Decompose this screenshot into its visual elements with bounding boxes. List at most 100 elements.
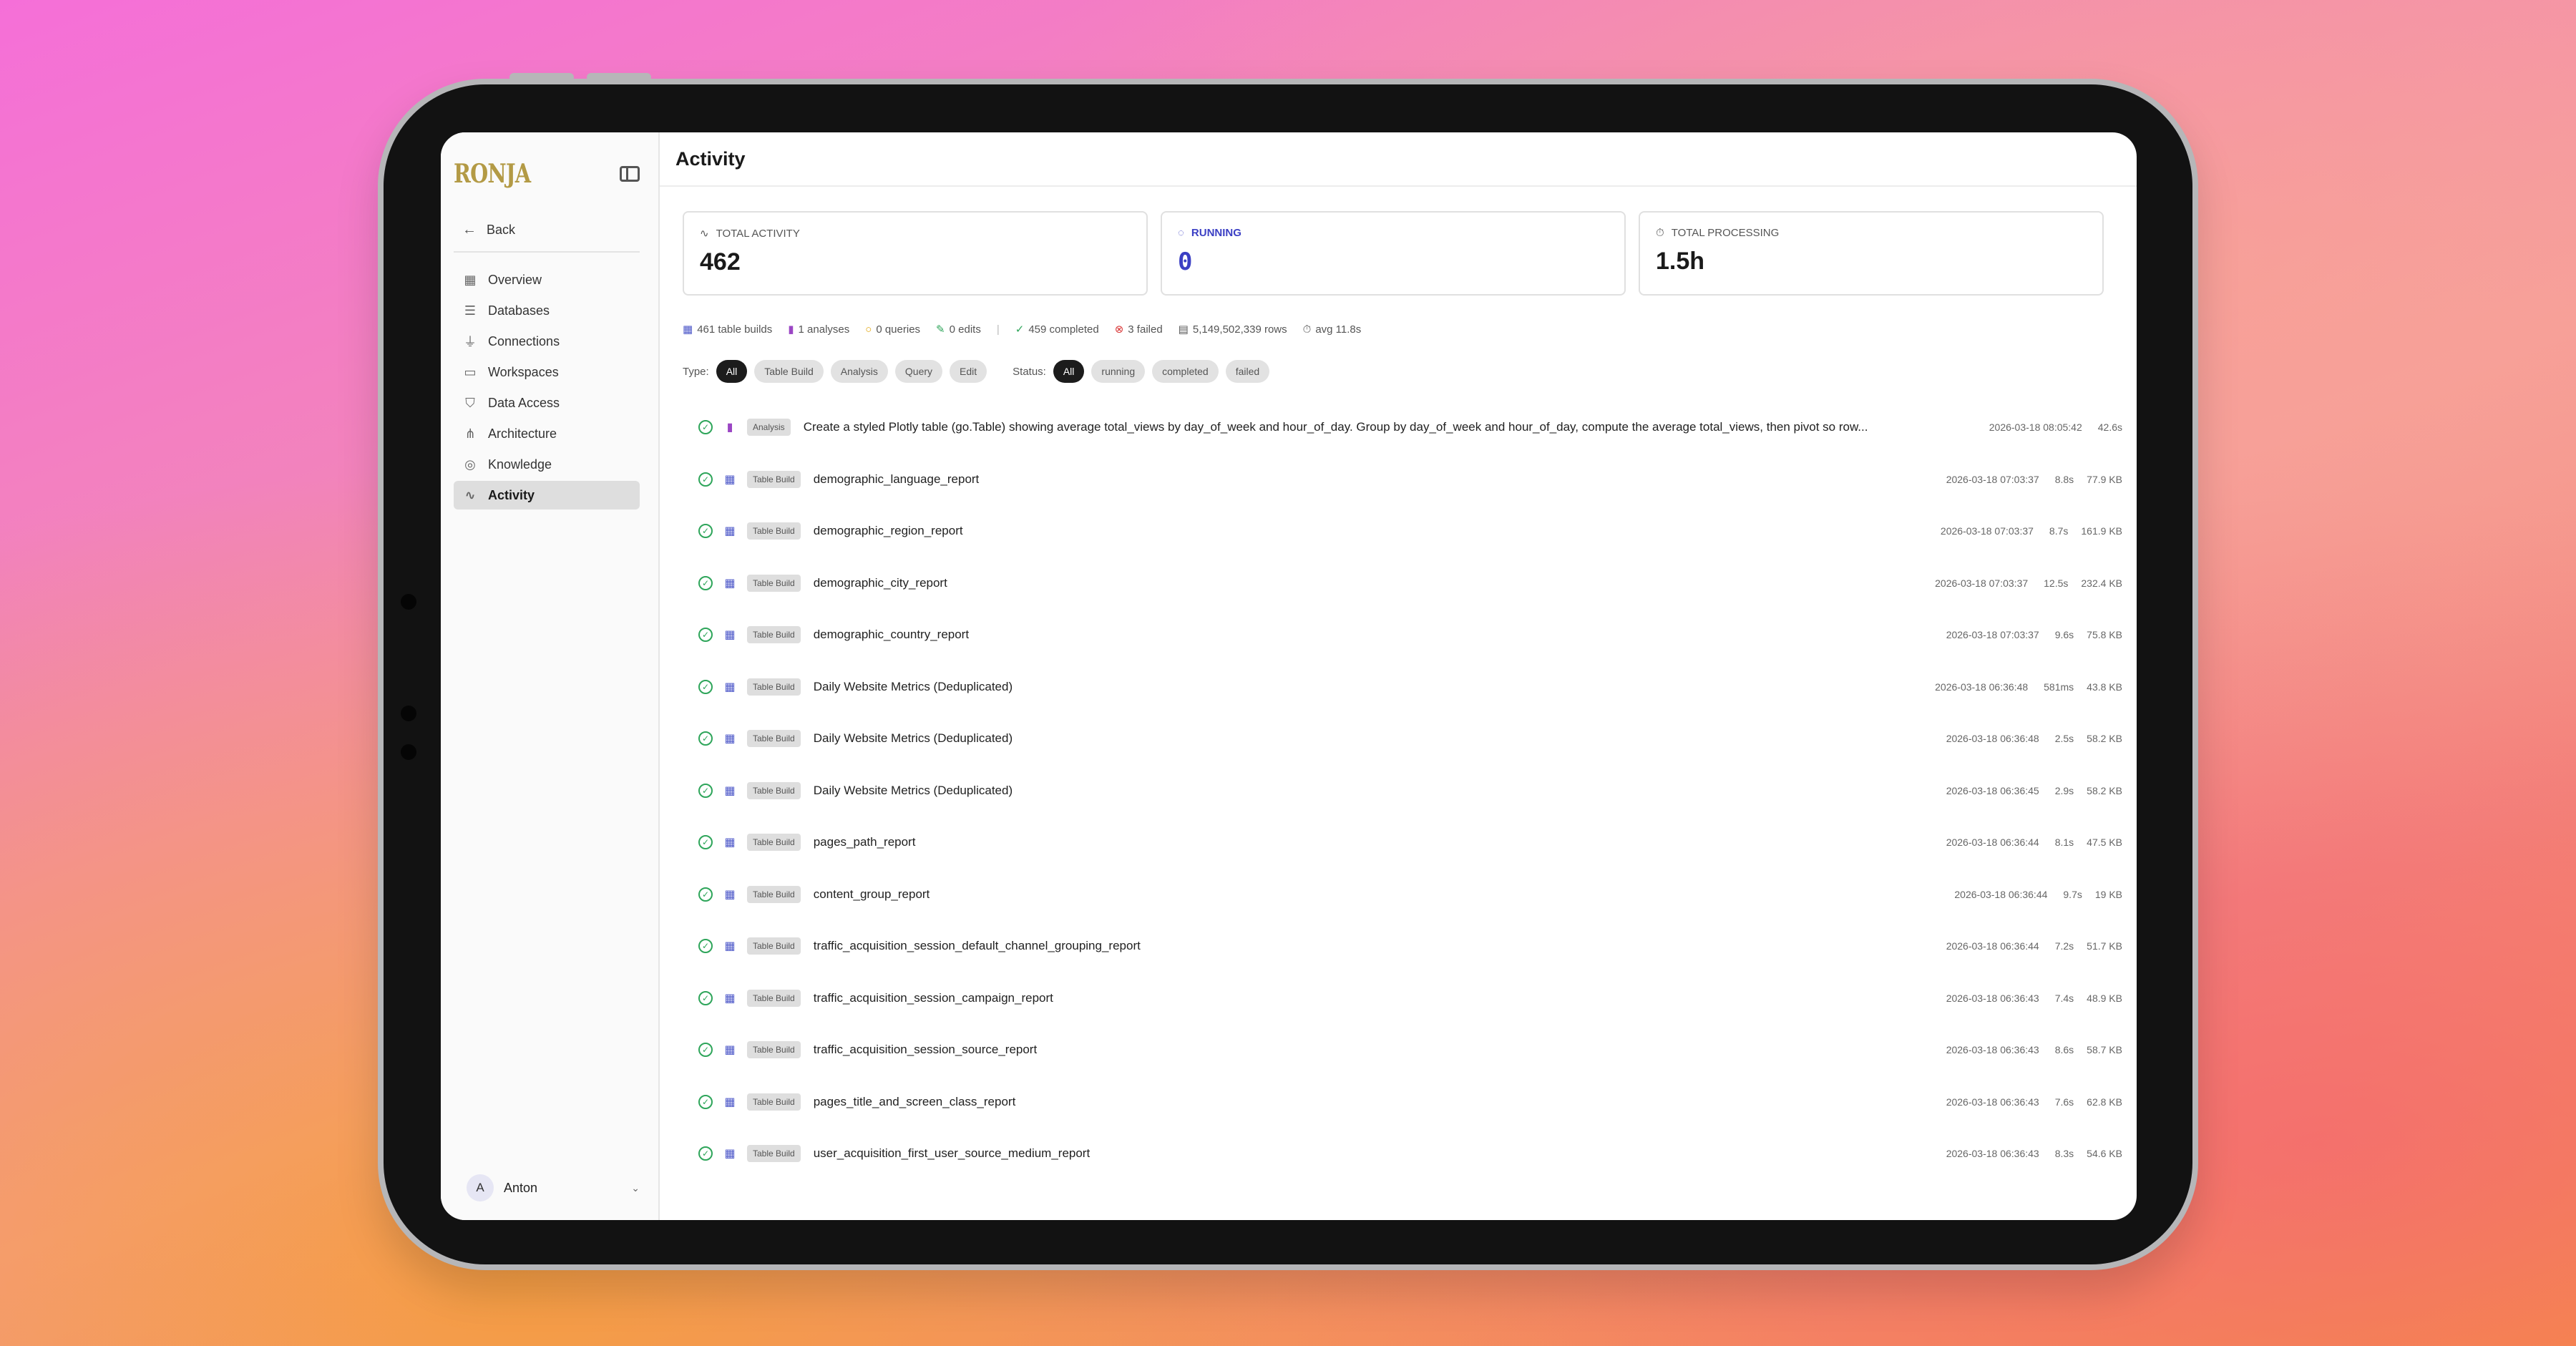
type-badge: Table Build <box>747 834 801 852</box>
activity-size: 232.4 KB <box>2081 577 2122 589</box>
activity-row[interactable]: ✓ ▦ Table Build traffic_acquisition_session… <box>683 1024 2137 1076</box>
activity-size: 54.6 KB <box>2087 1148 2122 1160</box>
type-badge: Table Build <box>747 1145 801 1163</box>
activity-timestamp: 2026-03-18 06:36:44 <box>1954 888 2048 900</box>
table-icon: ▦ <box>724 1148 736 1161</box>
shield-icon: ⛉ <box>465 395 475 410</box>
activity-duration: 12.5s <box>2044 577 2069 589</box>
bar-chart-icon: ▮ <box>726 421 733 434</box>
toggle-sidebar-icon[interactable] <box>620 166 640 182</box>
summary-bar: ▦ 461 table builds ▮ 1 analyses ○ 0 queries… <box>683 323 2137 336</box>
camera-dot <box>401 744 416 760</box>
sidebar-item-label: Workspaces <box>488 364 559 379</box>
sidebar-item-knowledge[interactable]: ◎ Knowledge <box>454 450 640 479</box>
spinner-icon: ◌ <box>1178 227 1184 239</box>
table-icon: ▦ <box>724 733 736 746</box>
type-filter-edit[interactable]: Edit <box>950 360 987 383</box>
check-circle-icon: ✓ <box>698 835 713 850</box>
check-circle-icon: ✓ <box>698 887 713 902</box>
type-filter-query[interactable]: Query <box>894 360 943 383</box>
summary-text: 3 failed <box>1128 323 1163 336</box>
activity-row[interactable]: ✓ ▦ Table Build user_acquisition_first_user… <box>683 1128 2137 1180</box>
activity-row[interactable]: ✓ ▦ Table Build content_group_report 2026-03… <box>683 869 2137 921</box>
stat-value: 0 <box>1178 248 1193 276</box>
activity-list: ✓ ▮ Analysis Create a styled Plotly table (… <box>683 401 2137 1180</box>
type-badge: Table Build <box>747 522 801 540</box>
activity-timestamp: 2026-03-18 07:03:37 <box>1940 525 2034 537</box>
activity-row[interactable]: ✓ ▮ Analysis Create a styled Plotly table (… <box>683 401 2137 454</box>
sidebar-item-architecture[interactable]: ⋔ Architecture <box>454 419 640 448</box>
x-circle-icon: ⊗ <box>1114 323 1124 336</box>
architecture-icon: ⋔ <box>464 426 476 441</box>
sidebar-item-activity[interactable]: ∿ Activity <box>454 481 640 509</box>
status-filter-completed[interactable]: completed <box>1152 360 1219 383</box>
sidebar-item-workspaces[interactable]: ▭ Workspaces <box>454 358 640 386</box>
check-circle-icon: ✓ <box>698 420 713 435</box>
summary-text: 5,149,502,339 rows <box>1192 323 1287 336</box>
topbar: Activity <box>660 132 2137 187</box>
stats-cards: ∿ Total Activity 462 ◌ Running 0 ⏱ Total… <box>683 211 2104 296</box>
back-button[interactable]: ← Back <box>454 217 640 243</box>
activity-row[interactable]: ✓ ▦ Table Build demographic_region_report 20… <box>683 505 2137 557</box>
status-filter-running[interactable]: running <box>1091 360 1146 383</box>
activity-timestamp: 2026-03-18 06:36:43 <box>1946 992 2039 1004</box>
stat-value: 462 <box>700 248 741 275</box>
activity-timestamp: 2026-03-18 06:36:43 <box>1946 1096 2039 1108</box>
back-label: Back <box>487 222 516 237</box>
activity-name: Daily Website Metrics (Deduplicated) <box>813 731 1013 746</box>
sidebar-item-connections[interactable]: ⏚ Connections <box>454 327 640 356</box>
sidebar-item-label: Knowledge <box>488 457 552 472</box>
sidebar-item-data-access[interactable]: ⛉ Data Access <box>454 389 640 417</box>
activity-row[interactable]: ✓ ▦ Table Build demographic_language_report… <box>683 454 2137 506</box>
sidebar-item-label: Connections <box>488 333 560 348</box>
stat-card-running: ◌ Running 0 <box>1161 211 1626 296</box>
table-icon: ▦ <box>683 323 693 336</box>
plug-icon: ⏚ <box>464 335 477 349</box>
activity-timestamp: 2026-03-18 06:36:48 <box>1946 733 2039 745</box>
search-icon: ○ <box>865 323 872 336</box>
activity-row[interactable]: ✓ ▦ Table Build traffic_acquisition_session… <box>683 972 2137 1025</box>
camera-dot <box>401 594 416 610</box>
type-filter-label: Type: <box>683 365 709 378</box>
activity-duration: 2.9s <box>2054 784 2074 796</box>
type-badge: Table Build <box>747 781 801 799</box>
status-filter-all[interactable]: All <box>1053 360 1085 383</box>
activity-row[interactable]: ✓ ▦ Table Build pages_path_report 2026-03-18… <box>683 816 2137 869</box>
user-menu[interactable]: A Anton ⌄ <box>454 1170 640 1206</box>
sidebar-item-label: Overview <box>488 272 542 287</box>
activity-duration: 8.3s <box>2054 1148 2074 1160</box>
activity-duration: 42.6s <box>2097 421 2122 434</box>
avatar: A <box>467 1174 494 1201</box>
activity-row[interactable]: ✓ ▦ Table Build demographic_city_report 2026… <box>683 557 2137 610</box>
activity-timestamp: 2026-03-18 07:03:37 <box>1946 629 2039 641</box>
sidebar-item-databases[interactable]: ☰ Databases <box>454 296 640 325</box>
table-icon: ▦ <box>724 888 736 901</box>
activity-size: 75.8 KB <box>2087 629 2122 641</box>
sidebar-item-overview[interactable]: ▦ Overview <box>454 265 640 294</box>
activity-row[interactable]: ✓ ▦ Table Build Daily Website Metrics (Dedu… <box>683 661 2137 713</box>
type-badge: Table Build <box>747 626 801 644</box>
chevron-down-icon: ⌄ <box>631 1181 640 1194</box>
filter-bar: Type: All Table Build Analysis Query Edi… <box>683 360 2137 383</box>
activity-row[interactable]: ✓ ▦ Table Build Daily Website Metrics (Dedu… <box>683 713 2137 765</box>
activity-timestamp: 2026-03-18 08:05:42 <box>1989 421 2082 434</box>
summary-text: 461 table builds <box>697 323 773 336</box>
activity-duration: 2.5s <box>2054 733 2074 745</box>
type-badge: Table Build <box>747 678 801 696</box>
stat-value: 1.5h <box>1656 248 1705 275</box>
status-filter-failed[interactable]: failed <box>1225 360 1270 383</box>
check-circle-icon: ✓ <box>698 575 713 590</box>
type-filter-analysis[interactable]: Analysis <box>830 360 888 383</box>
activity-name: demographic_language_report <box>813 472 980 486</box>
stat-label-text: Total Activity <box>716 227 800 240</box>
activity-name: Create a styled Plotly table (go.Table) … <box>803 420 1868 434</box>
activity-row[interactable]: ✓ ▦ Table Build demographic_country_report 2… <box>683 609 2137 661</box>
activity-row[interactable]: ✓ ▦ Table Build Daily Website Metrics (Dedu… <box>683 765 2137 817</box>
activity-size: 77.9 KB <box>2087 473 2122 485</box>
type-filter-table-build[interactable]: Table Build <box>754 360 824 383</box>
activity-row[interactable]: ✓ ▦ Table Build traffic_acquisition_session… <box>683 920 2137 972</box>
activity-size: 58.7 KB <box>2087 1044 2122 1056</box>
type-badge: Table Build <box>747 885 801 903</box>
activity-row[interactable]: ✓ ▦ Table Build pages_title_and_screen_clas… <box>683 1076 2137 1128</box>
type-filter-all[interactable]: All <box>716 360 748 383</box>
